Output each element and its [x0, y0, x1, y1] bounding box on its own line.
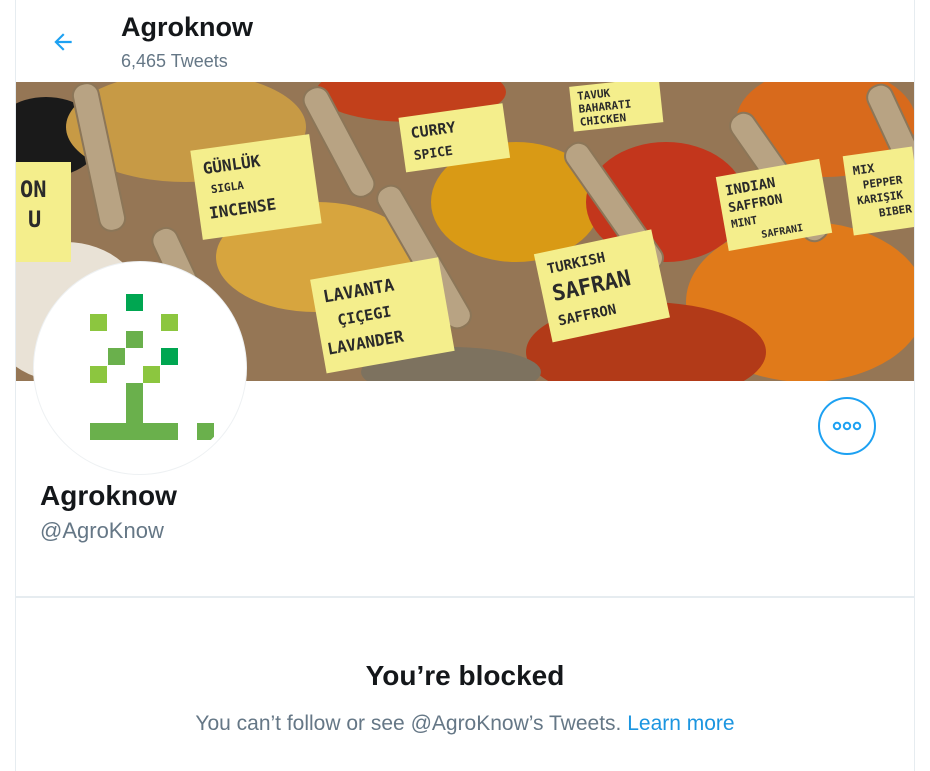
profile-handle: @AgroKnow — [40, 518, 164, 543]
learn-more-link[interactable]: Learn more — [627, 712, 734, 735]
avatar[interactable] — [34, 262, 246, 474]
blocked-message: You can’t follow or see @AgroKnow’s Twee… — [195, 712, 622, 735]
more-button[interactable] — [818, 397, 876, 455]
agroknow-logo — [90, 294, 214, 440]
banner-label-left-1: ON — [20, 178, 47, 203]
divider — [16, 596, 914, 598]
back-button[interactable] — [43, 22, 83, 62]
profile-name: Agroknow — [40, 480, 177, 511]
tweet-count: 6,465 Tweets — [121, 51, 228, 71]
profile-column: Agroknow 6,465 Tweets GÜNLÜK SIGLA INCEN… — [15, 0, 915, 771]
banner-label-left-2: U — [28, 208, 41, 233]
header-title: Agroknow — [121, 12, 253, 42]
blocked-message-row: You can’t follow or see @AgroKnow’s Twee… — [16, 712, 914, 736]
more-horizontal-icon — [832, 421, 862, 431]
profile-header: Agroknow 6,465 Tweets — [16, 0, 914, 82]
arrow-left-icon — [54, 33, 72, 51]
blocked-title: You’re blocked — [365, 660, 565, 691]
